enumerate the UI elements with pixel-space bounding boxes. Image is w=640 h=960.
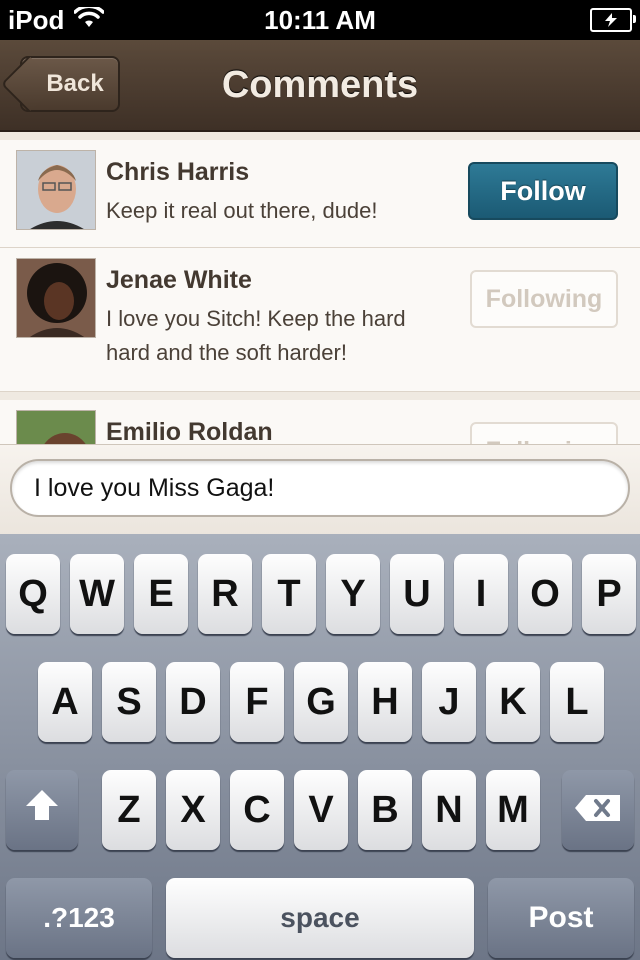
avatar[interactable]	[16, 150, 96, 230]
wifi-icon	[73, 4, 106, 36]
delete-key[interactable]	[562, 770, 634, 850]
post-key[interactable]: Post	[488, 878, 634, 958]
battery-icon	[590, 8, 636, 32]
key-v[interactable]: V	[294, 770, 348, 850]
comments-list[interactable]: Chris Harris Keep it real out there, dud…	[0, 132, 640, 444]
comment-input[interactable]	[10, 459, 630, 517]
status-bar: iPod 10:11 AM	[0, 0, 640, 40]
commenter-name: Chris Harris	[106, 158, 250, 186]
key-l[interactable]: L	[550, 662, 604, 742]
key-j[interactable]: J	[422, 662, 476, 742]
key-s[interactable]: S	[102, 662, 156, 742]
space-key[interactable]: space	[166, 878, 474, 958]
shift-key[interactable]	[6, 770, 78, 850]
key-n[interactable]: N	[422, 770, 476, 850]
commenter-name: Jenae White	[106, 266, 252, 294]
avatar[interactable]	[16, 410, 96, 444]
comment-text: Keep it real out there, dude!	[106, 198, 378, 223]
key-z[interactable]: Z	[102, 770, 156, 850]
key-p[interactable]: P	[582, 554, 636, 634]
avatar[interactable]	[16, 258, 96, 338]
key-m[interactable]: M	[486, 770, 540, 850]
key-c[interactable]: C	[230, 770, 284, 850]
navigation-bar: Back Comments	[0, 40, 640, 132]
key-r[interactable]: R	[198, 554, 252, 634]
comment-row: Chris Harris Keep it real out there, dud…	[0, 140, 640, 248]
key-t[interactable]: T	[262, 554, 316, 634]
key-g[interactable]: G	[294, 662, 348, 742]
status-left: iPod	[8, 4, 106, 36]
key-f[interactable]: F	[230, 662, 284, 742]
key-q[interactable]: Q	[6, 554, 60, 634]
comment-row: Jenae White I love you Sitch! Keep the h…	[0, 248, 640, 392]
keyboard: Q W E R T Y U I O P A S D F G H J K L Z …	[0, 534, 640, 960]
key-i[interactable]: I	[454, 554, 508, 634]
key-e[interactable]: E	[134, 554, 188, 634]
key-y[interactable]: Y	[326, 554, 380, 634]
commenter-name: Emilio Roldan	[106, 418, 273, 444]
key-a[interactable]: A	[38, 662, 92, 742]
following-button[interactable]: Following	[470, 422, 618, 444]
numbers-key[interactable]: .?123	[6, 878, 152, 958]
key-h[interactable]: H	[358, 662, 412, 742]
following-button[interactable]: Following	[470, 270, 618, 328]
key-d[interactable]: D	[166, 662, 220, 742]
key-b[interactable]: B	[358, 770, 412, 850]
follow-button[interactable]: Follow	[468, 162, 618, 220]
key-u[interactable]: U	[390, 554, 444, 634]
back-button-label: Back	[46, 70, 104, 97]
carrier-label: iPod	[8, 4, 65, 35]
comment-row: Emilio Roldan Following	[0, 400, 640, 444]
shift-arrow-icon	[25, 788, 59, 832]
key-w[interactable]: W	[70, 554, 124, 634]
backspace-icon	[574, 789, 622, 832]
key-x[interactable]: X	[166, 770, 220, 850]
comment-text: I love you Sitch! Keep the hard hard and…	[106, 306, 406, 365]
compose-bar	[0, 444, 640, 535]
key-k[interactable]: K	[486, 662, 540, 742]
key-o[interactable]: O	[518, 554, 572, 634]
back-button[interactable]: Back	[20, 56, 120, 112]
